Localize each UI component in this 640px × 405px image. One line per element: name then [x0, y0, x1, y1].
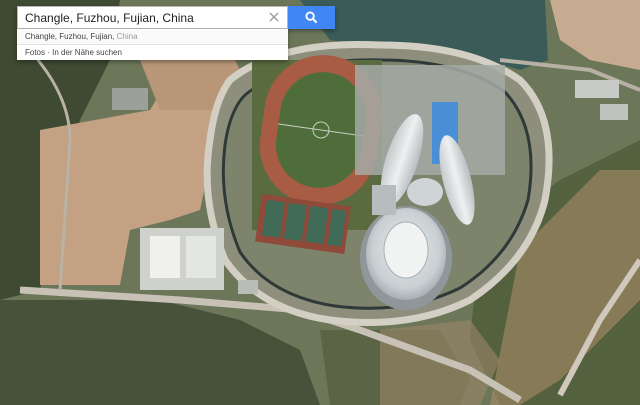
close-icon[interactable]: [267, 10, 281, 24]
search-icon: [305, 11, 318, 24]
search-input[interactable]: [18, 7, 265, 28]
suggestions-dropdown: Changle, Fuzhou, Fujian, China Fotos · I…: [17, 29, 288, 60]
suggestion-primary: Changle, Fuzhou, Fujian,: [25, 32, 115, 41]
suggestion-photos-nearby[interactable]: Fotos · In der Nähe suchen: [17, 45, 288, 60]
suggestion-location[interactable]: Changle, Fuzhou, Fujian, China: [17, 29, 288, 45]
satellite-map[interactable]: [0, 0, 640, 405]
search-bar: [17, 6, 335, 29]
search-button[interactable]: [288, 6, 335, 29]
suggestion-label: Fotos · In der Nähe suchen: [25, 48, 122, 57]
search-box: [17, 6, 288, 29]
suggestion-secondary: China: [114, 32, 138, 41]
